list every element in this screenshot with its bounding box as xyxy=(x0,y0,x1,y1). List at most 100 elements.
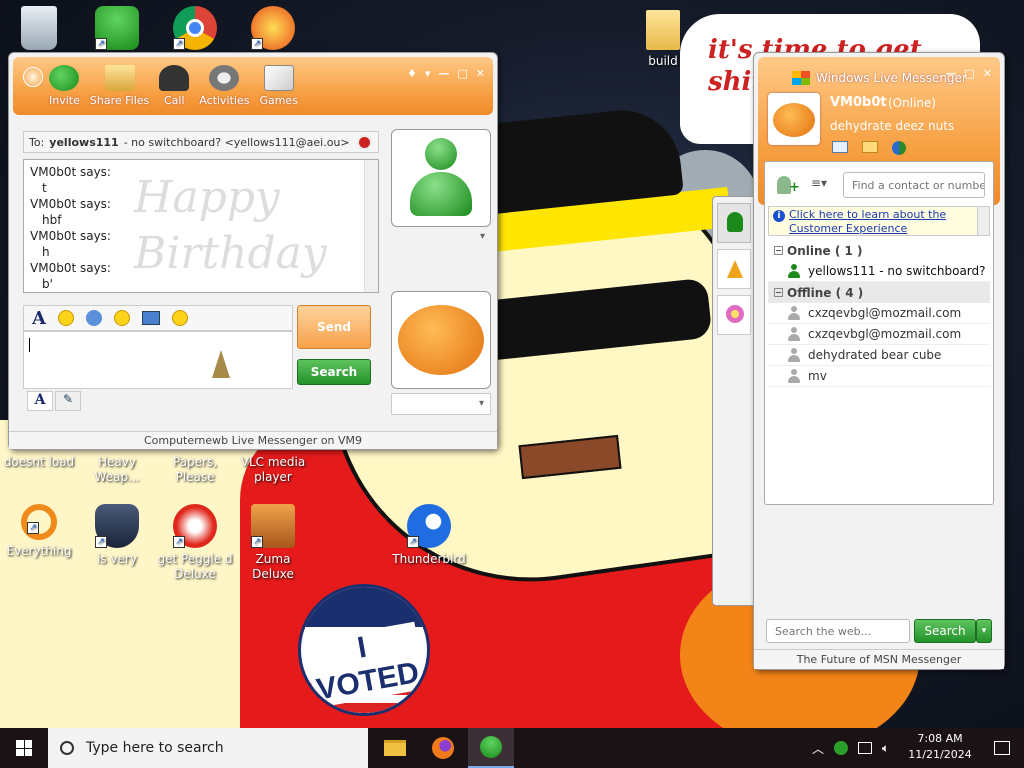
my-avatar[interactable] xyxy=(768,93,820,145)
desktop-icon-label: Heavy Weap... xyxy=(94,455,140,484)
desktop-icon-build[interactable]: build xyxy=(624,10,702,69)
bell-icon xyxy=(212,350,230,378)
chevron-down-icon[interactable]: ▾ xyxy=(425,67,431,80)
notification-center-button[interactable] xyxy=(980,728,1024,768)
messenger-tray-icon[interactable] xyxy=(834,741,849,755)
network-icon[interactable] xyxy=(858,742,873,754)
block-icon[interactable] xyxy=(357,135,372,150)
group-online-header[interactable]: − Online ( 1 ) xyxy=(768,240,990,261)
web-search-dropdown[interactable]: ▾ xyxy=(976,619,992,643)
call-button[interactable]: Call xyxy=(159,65,190,107)
peggle-icon: ↗ xyxy=(173,504,217,548)
chat-menu-orb[interactable] xyxy=(23,67,43,87)
banner-scrollbar[interactable] xyxy=(977,207,989,235)
flower-tab[interactable] xyxy=(717,295,751,335)
desktop-icon-msn[interactable]: ↗ xyxy=(78,6,156,54)
chat-history[interactable]: Happy Birthday VM0b0t says: t VM0b0t say… xyxy=(23,159,379,293)
desktop-icon-zuma[interactable]: ↗ Zuma Deluxe xyxy=(234,504,312,582)
chrome-icon: ↗ xyxy=(173,6,217,50)
my-display-picture[interactable] xyxy=(391,291,491,389)
my-picture-menu[interactable]: ▾ xyxy=(391,393,491,415)
maximize-button[interactable]: □ xyxy=(457,67,467,80)
voice-clip-icon[interactable] xyxy=(85,310,102,326)
find-contact-input[interactable] xyxy=(843,172,985,198)
contact-row[interactable]: cxzqevbgl@mozmail.com xyxy=(768,324,990,345)
desktop-icon-heavy-weapon[interactable]: Heavy Weap... xyxy=(78,455,156,485)
maximize-button[interactable]: □ xyxy=(964,67,974,80)
activities-button[interactable]: Activities xyxy=(199,65,249,107)
desktop-icon-peggle-deluxe[interactable]: ↗ get Peggle d Deluxe xyxy=(156,504,234,582)
contact-display-picture[interactable] xyxy=(391,129,491,227)
minimize-button[interactable]: — xyxy=(945,67,956,80)
firefox-icon xyxy=(432,737,454,759)
text-mode-tab[interactable]: A xyxy=(27,391,53,411)
contact-row[interactable]: cxzqevbgl@mozmail.com xyxy=(768,303,990,324)
contact-list-panel: + ≡▾ i Click here to learn about the Cus… xyxy=(764,161,994,505)
my-personal-message[interactable]: dehydrate deez nuts xyxy=(830,119,954,133)
customer-experience-link[interactable]: Click here to learn about the Customer E… xyxy=(789,208,969,236)
emoticon-icon[interactable] xyxy=(57,310,74,326)
volume-icon[interactable]: 🔈︎ xyxy=(882,741,889,756)
message-sender: VM0b0t says: xyxy=(30,261,111,275)
to-label: To: xyxy=(29,135,45,149)
alerts-tab[interactable] xyxy=(717,249,751,289)
desktop-icon-vlc[interactable]: VLC media player xyxy=(234,455,312,485)
pumpkin-avatar-icon xyxy=(773,103,815,137)
chevron-up-icon[interactable]: ︿ xyxy=(812,740,824,757)
search-button[interactable]: Search xyxy=(297,359,371,385)
contact-row[interactable]: dehydrated bear cube xyxy=(768,345,990,366)
clock-time: 7:08 AM xyxy=(917,732,963,745)
desktop-icon-papers-please[interactable]: Papers, Please xyxy=(156,455,234,485)
close-button[interactable]: ✕ xyxy=(476,67,485,80)
desktop-icon-chrome[interactable]: ↗ xyxy=(156,6,234,54)
start-button[interactable] xyxy=(0,728,48,768)
flower-icon xyxy=(726,305,744,323)
message-text: b' xyxy=(42,277,53,291)
invite-button[interactable]: Invite xyxy=(49,65,80,107)
email-icon[interactable] xyxy=(832,141,848,153)
contacts-tab[interactable] xyxy=(717,203,751,243)
history-scrollbar[interactable] xyxy=(364,160,378,292)
contact-row[interactable]: yellows111 - no switchboard? xyxy=(768,261,990,282)
background-icon[interactable] xyxy=(141,311,160,325)
desktop-icon-everything[interactable]: ↗ Everything xyxy=(0,504,78,559)
message-input[interactable] xyxy=(23,331,293,389)
my-username[interactable]: VM0b0t xyxy=(830,95,887,110)
close-button[interactable]: ✕ xyxy=(983,67,992,80)
add-contact-button[interactable]: + xyxy=(775,174,800,196)
contact-list-footer: The Future of MSN Messenger xyxy=(754,649,1004,669)
globe-icon[interactable] xyxy=(892,141,906,155)
minimize-button[interactable]: — xyxy=(438,67,449,80)
paint-bucket-icon[interactable]: ♦ xyxy=(407,67,417,80)
my-status[interactable]: (Online) xyxy=(888,96,936,110)
web-search-button[interactable]: Search xyxy=(914,619,976,643)
games-button[interactable]: Games xyxy=(259,65,298,107)
desktop-icon-recycle-bin[interactable] xyxy=(0,6,78,54)
clock[interactable]: 7:08 AM 11/21/2024 xyxy=(904,731,976,763)
list-options-button[interactable]: ≡▾ xyxy=(811,176,837,194)
share-files-button[interactable]: Share Files xyxy=(90,65,149,107)
desktop-icon-doesnt-load[interactable]: doesnt load xyxy=(0,455,78,470)
font-icon[interactable]: A xyxy=(32,308,46,329)
folder-icon[interactable] xyxy=(862,141,878,153)
taskbar-firefox[interactable] xyxy=(420,728,466,768)
handwriting-mode-tab[interactable]: ✎ xyxy=(55,391,81,411)
wink-icon[interactable] xyxy=(113,310,130,326)
desktop-icon-is-very[interactable]: ↗ is very xyxy=(78,504,156,567)
info-banner: i Click here to learn about the Customer… xyxy=(768,206,990,236)
to-contact-name[interactable]: yellows111 xyxy=(49,136,118,149)
desktop-icon-peggle-top[interactable]: ↗ xyxy=(234,6,312,54)
desktop-icon-thunderbird[interactable]: ↗ Thunderbird xyxy=(390,504,468,567)
i-voted-sticker: I VOTED xyxy=(298,584,430,716)
contact-row[interactable]: mv xyxy=(768,366,990,387)
nudge-icon[interactable] xyxy=(171,310,188,326)
send-button[interactable]: Send xyxy=(297,305,371,349)
web-search-input[interactable] xyxy=(766,619,910,643)
taskbar-file-explorer[interactable] xyxy=(372,728,418,768)
taskbar-messenger[interactable] xyxy=(468,728,514,768)
taskbar-search-box[interactable]: Type here to search xyxy=(48,728,368,768)
msn-messenger-icon: ↗ xyxy=(95,6,139,50)
contact-picture-menu[interactable]: ▾ xyxy=(391,231,491,249)
group-offline-header[interactable]: − Offline ( 4 ) xyxy=(768,282,990,303)
chat-window: Invite Share Files Call Activities Games… xyxy=(8,52,498,450)
